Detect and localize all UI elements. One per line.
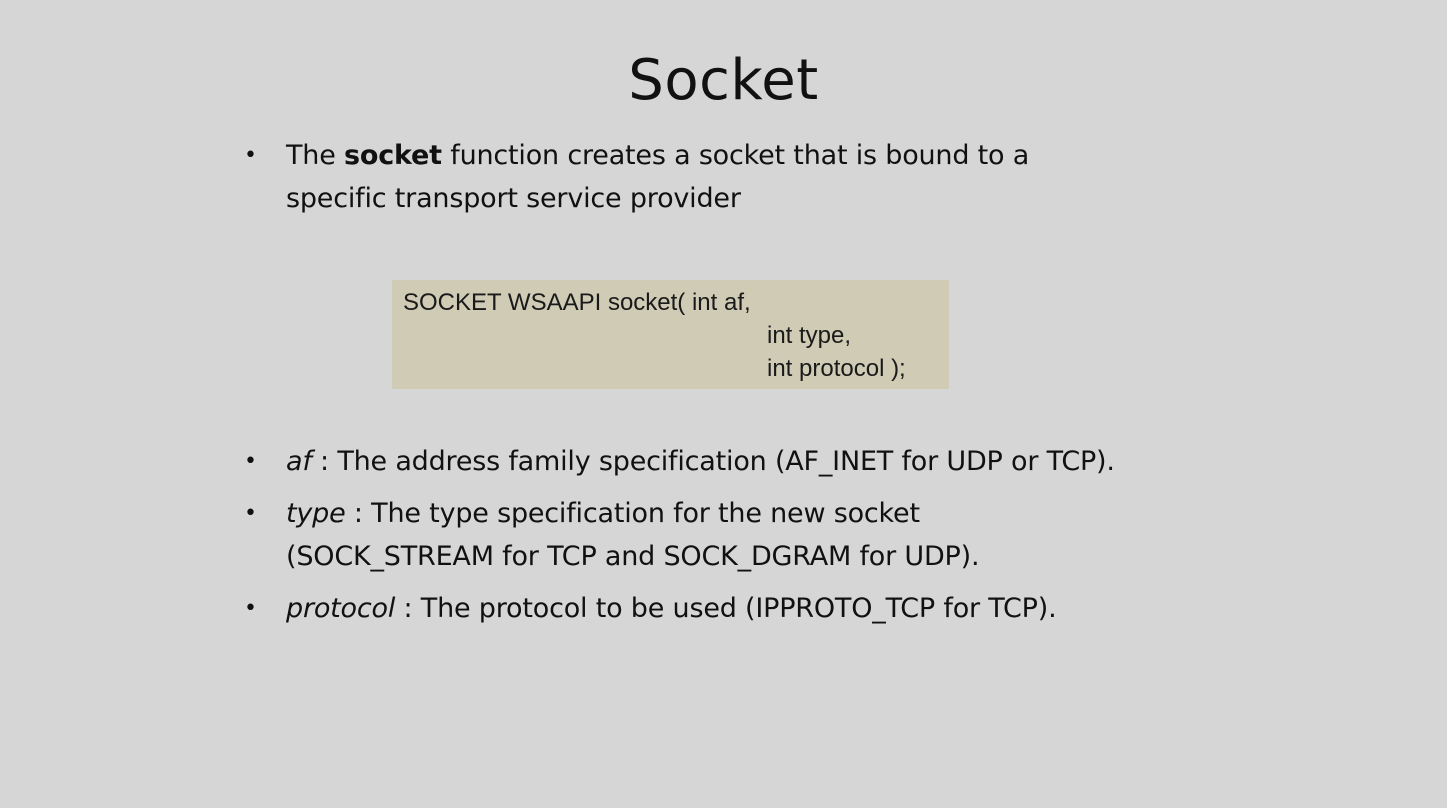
bullet-intro-text: The socket function creates a socket tha…: [286, 134, 1206, 220]
param-description: : The address family specification (AF_I…: [311, 446, 1115, 477]
code-line-2: int type,: [767, 322, 852, 349]
slide-title: Socket: [628, 48, 819, 113]
intro-line2: specific transport service provider: [286, 183, 741, 214]
param-name: protocol: [286, 593, 396, 624]
code-box: SOCKET WSAAPI socket( int af, int type, …: [392, 280, 949, 389]
code-line-1: SOCKET WSAAPI socket( int af,: [403, 289, 751, 316]
intro-keyword: socket: [344, 140, 442, 171]
param-name: type: [286, 498, 346, 529]
param-name: af: [286, 446, 312, 477]
param-description-line1: : The type specification for the new soc…: [345, 498, 920, 529]
param-protocol-text: protocol : The protocol to be used (IPPR…: [286, 587, 1206, 630]
param-description-line2: (SOCK_STREAM for TCP and SOCK_DGRAM for …: [286, 541, 980, 572]
bullet-dot: •: [244, 501, 257, 526]
intro-line1-rest: function creates a socket that is bound …: [441, 140, 1030, 171]
bullet-dot: •: [244, 449, 257, 474]
param-type-text: type : The type specification for the ne…: [286, 492, 1206, 578]
intro-prefix: The: [286, 140, 344, 171]
bullet-dot: •: [244, 596, 257, 621]
slide: Socket • The socket function creates a s…: [0, 0, 1447, 808]
bullet-dot: •: [244, 143, 257, 168]
param-af-text: af : The address family specification (A…: [286, 440, 1206, 483]
param-description: : The protocol to be used (IPPROTO_TCP f…: [395, 593, 1057, 624]
code-line-3: int protocol );: [767, 355, 906, 382]
